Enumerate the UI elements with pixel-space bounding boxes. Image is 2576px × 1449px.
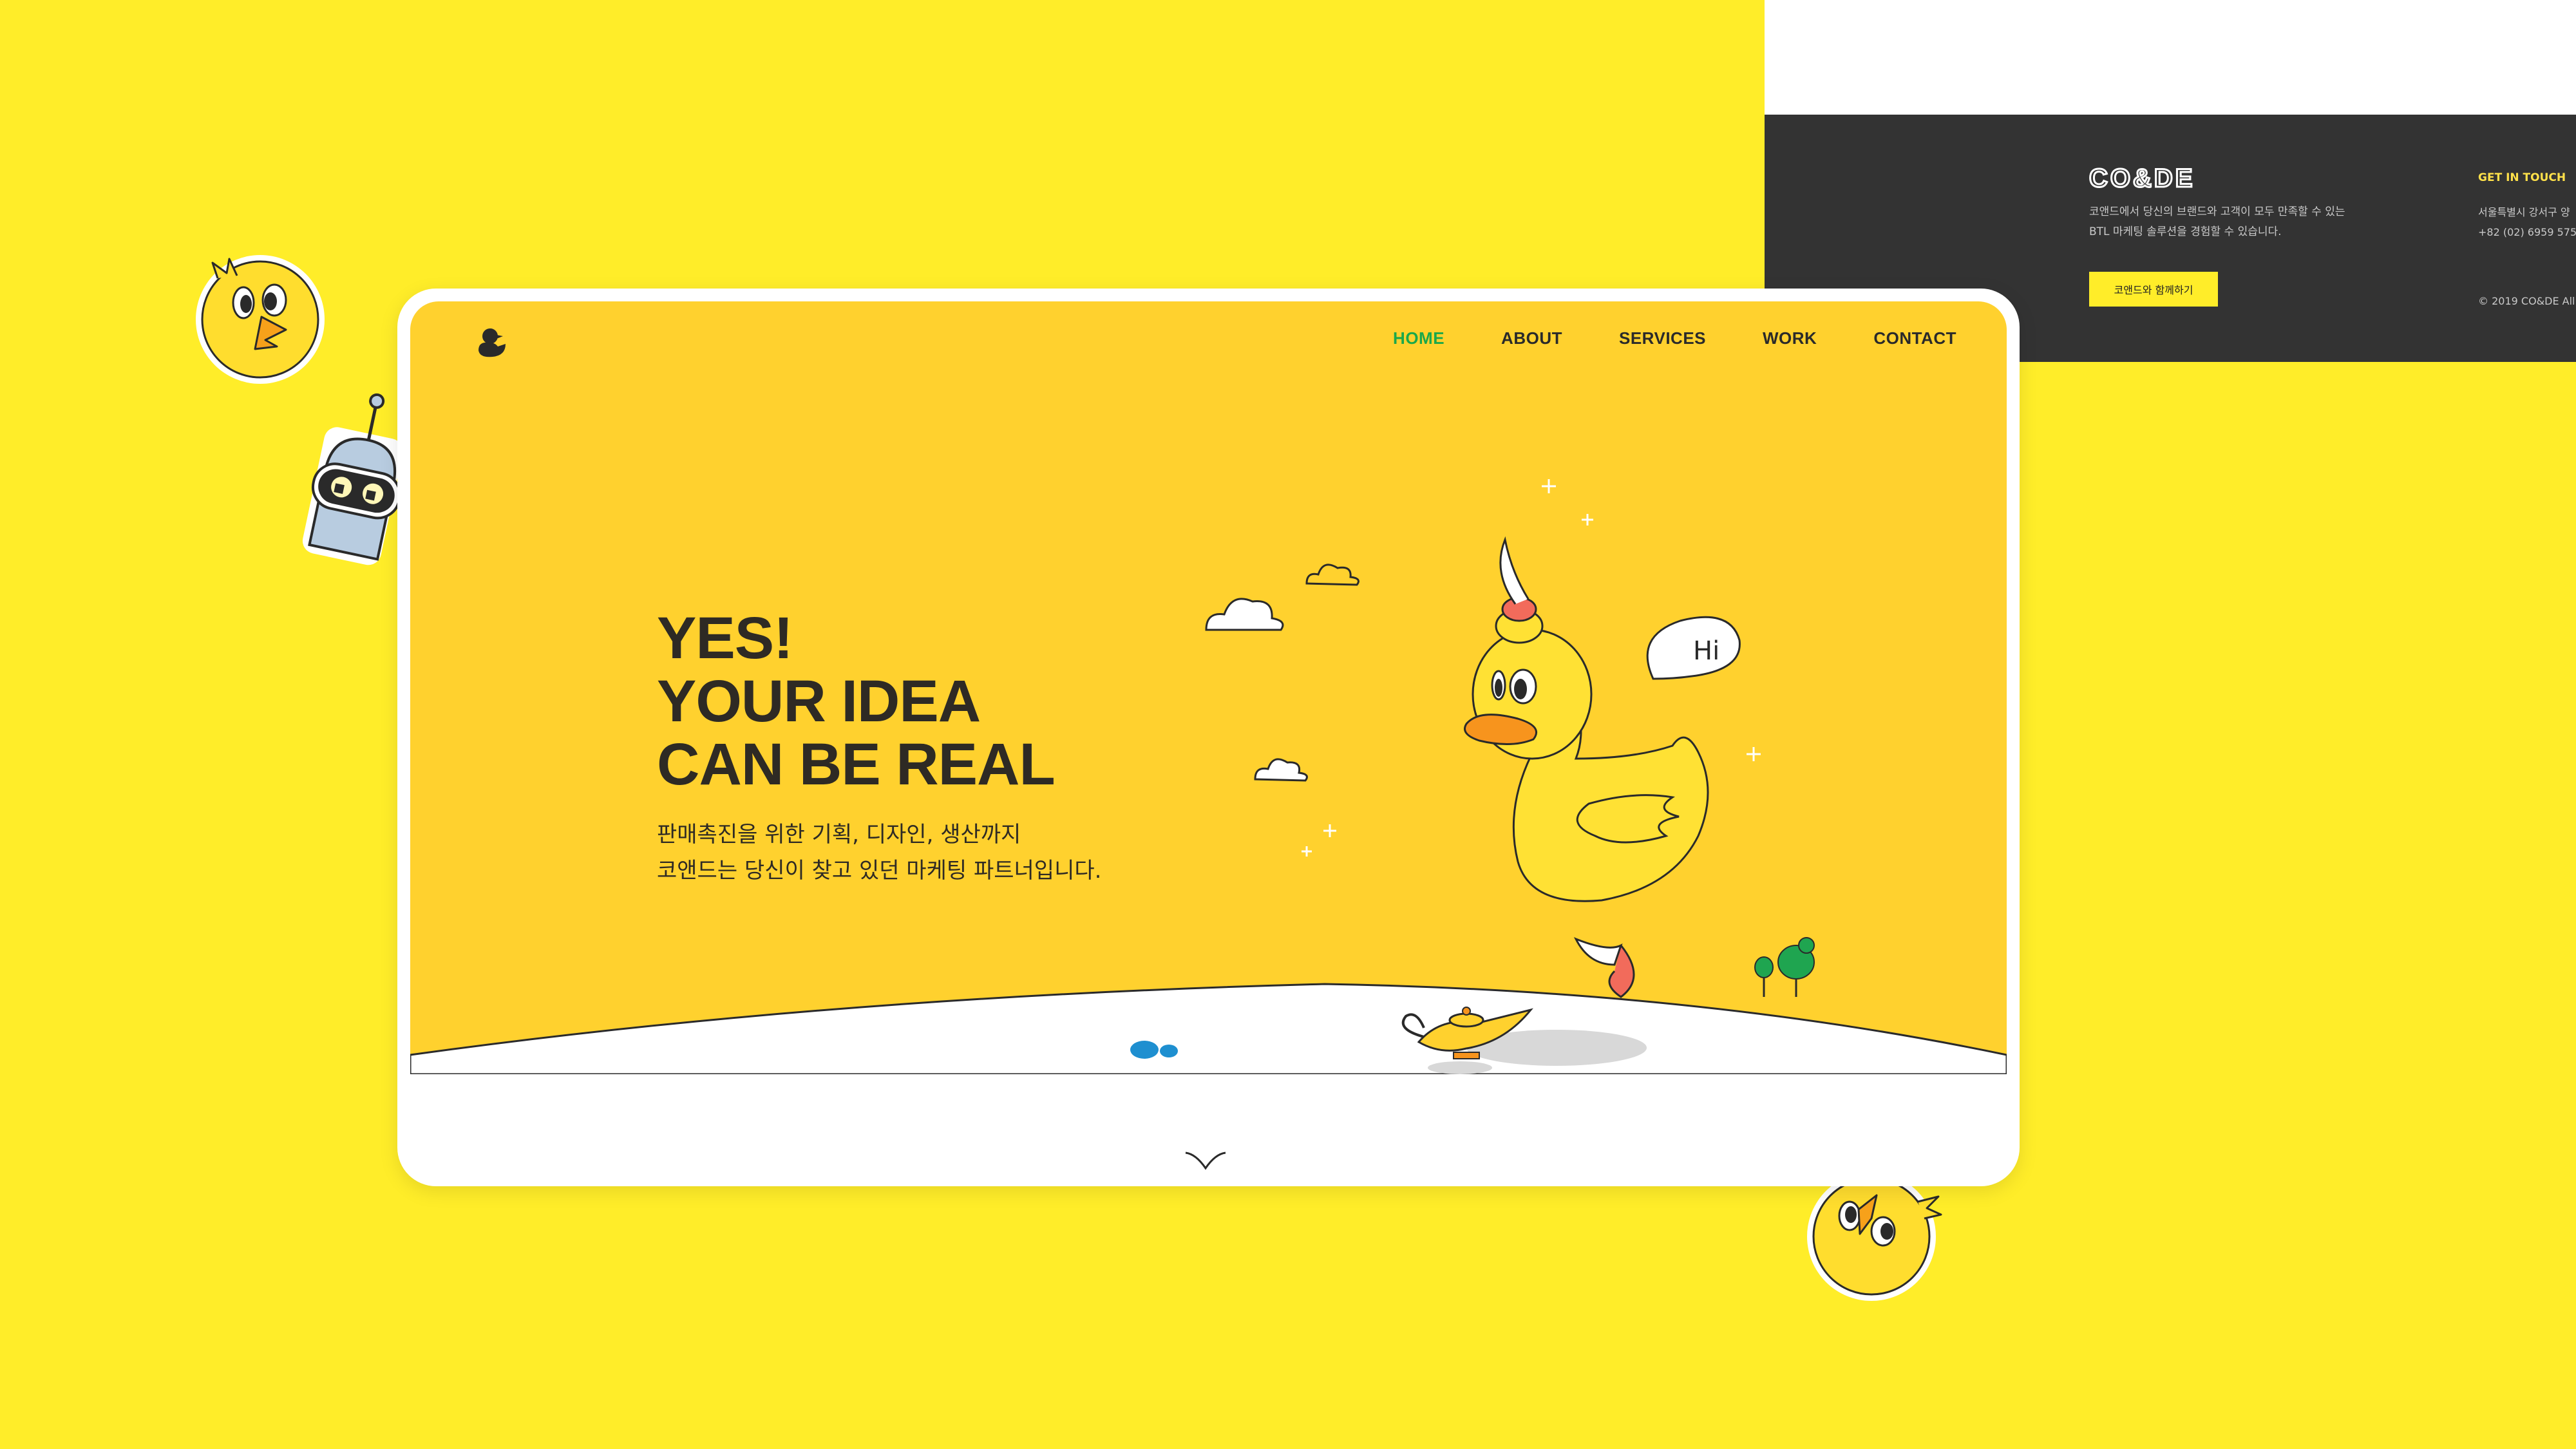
hero-section: Hi HOME ABOUT SERVICES WORK CONTACT YES!… [410, 301, 2007, 1074]
ground-hill [410, 983, 2007, 1074]
duck-sticker-icon [196, 255, 325, 384]
speech-bubble-text: Hi [1693, 636, 1719, 666]
contact-info: 서울특별시 강서구 양 +82 (02) 6959 5753 [2478, 202, 2576, 242]
contact-address: 서울특별시 강서구 양 [2478, 206, 2570, 218]
hero-headline-line: YES! [657, 605, 793, 671]
hero-headline: YES! YOUR IDEA CAN BE REAL [657, 605, 1056, 797]
nav-item-work[interactable]: WORK [1763, 328, 1817, 348]
website-preview-card: Hi HOME ABOUT SERVICES WORK CONTACT YES!… [397, 289, 2020, 1186]
nav-item-about[interactable]: ABOUT [1501, 328, 1562, 348]
footer-description-line: BTL 마케팅 솔루션을 경험할 수 있습니다. [2089, 225, 2282, 238]
nav-item-contact[interactable]: CONTACT [1873, 328, 1956, 348]
hero-subcopy-line: 판매촉진을 위한 기획, 디자인, 생산까지 [657, 822, 1021, 848]
footer-description-line: 코앤드에서 당신의 브랜드와 고객이 모두 만족할 수 있는 [2089, 205, 2345, 218]
rock [1160, 1045, 1178, 1057]
duck-sticker-icon [1807, 1172, 1942, 1301]
lamp-shadow [1428, 1061, 1492, 1074]
nav-item-home[interactable]: HOME [1393, 328, 1444, 348]
main-nav: HOME ABOUT SERVICES WORK CONTACT [1393, 328, 1956, 348]
footer-logo[interactable]: CO&DE [2089, 165, 2237, 192]
robot-sticker-icon [302, 393, 403, 565]
chevron-down-icon[interactable] [1183, 1149, 1228, 1172]
cloud-icon [1254, 758, 1308, 782]
speech-bubble: Hi [1646, 616, 1741, 680]
hero-subcopy: 판매촉진을 위한 기획, 디자인, 생산까지 코앤드는 당신이 찾고 있던 마케… [657, 817, 1101, 889]
footer-description: 코앤드에서 당신의 브랜드와 고객이 모두 만족할 수 있는 BTL 마케팅 솔… [2089, 202, 2411, 242]
top-white-strip [1765, 0, 2576, 115]
hero-subcopy-line: 코앤드는 당신이 찾고 있던 마케팅 파트너입니다. [657, 858, 1102, 884]
duck-logo-icon[interactable] [473, 325, 509, 361]
copyright-text: © 2019 CO&DE All r [2478, 295, 2576, 307]
tree-icon [1754, 937, 1815, 997]
hero-illustration: Hi [410, 479, 2007, 1074]
hero-headline-line: CAN BE REAL [657, 732, 1056, 797]
cloud-icon [1305, 564, 1359, 586]
contact-phone[interactable]: +82 (02) 6959 5753 [2478, 222, 2576, 242]
genie-duck-illustration [1464, 536, 1709, 998]
rock [1130, 1041, 1159, 1059]
svg-text:CO&DE: CO&DE [2089, 165, 2195, 192]
contact-title: GET IN TOUCH [2478, 171, 2566, 184]
join-us-button[interactable]: 코앤드와 함께하기 [2089, 272, 2218, 307]
nav-item-services[interactable]: SERVICES [1619, 328, 1706, 348]
cloud-icon [1205, 598, 1284, 631]
hero-headline-line: YOUR IDEA [657, 668, 981, 734]
